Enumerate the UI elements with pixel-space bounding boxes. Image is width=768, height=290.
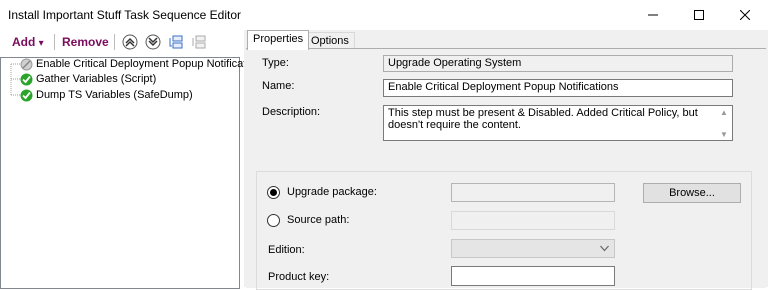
description-text: This step must be present & Disabled. Ad… bbox=[388, 107, 698, 131]
source-path-label: Source path: bbox=[287, 214, 350, 226]
name-field[interactable]: Enable Critical Deployment Popup Notific… bbox=[383, 79, 733, 97]
scroll-down-icon[interactable]: ▼ bbox=[718, 129, 730, 139]
tab-properties[interactable]: Properties bbox=[247, 30, 310, 50]
edition-label: Edition: bbox=[268, 244, 305, 256]
type-label: Type: bbox=[262, 57, 289, 69]
product-key-input[interactable] bbox=[451, 266, 615, 286]
green-check-icon bbox=[20, 73, 33, 86]
toolbar-separator bbox=[54, 34, 55, 50]
left-pane: Add ▾ Remove Enable Critical Deployment … bbox=[0, 30, 267, 289]
group-icon[interactable] bbox=[168, 34, 184, 50]
scroll-up-icon[interactable]: ▲ bbox=[718, 107, 730, 117]
maximize-button[interactable] bbox=[676, 0, 722, 30]
chevron-down-icon bbox=[600, 245, 609, 252]
green-check-icon bbox=[20, 89, 33, 102]
disabled-step-icon bbox=[20, 58, 33, 71]
tree-item-label: Gather Variables (Script) bbox=[36, 73, 157, 85]
add-label: Add bbox=[12, 35, 36, 49]
properties-panel: Type: Upgrade Operating System Name: Ena… bbox=[246, 48, 766, 290]
tree-item-gather-variables[interactable]: Gather Variables (Script) bbox=[36, 73, 156, 87]
tree-item-enable-critical[interactable]: Enable Critical Deployment Popup Notific… bbox=[36, 58, 267, 72]
task-sequence-tree[interactable]: Enable Critical Deployment Popup Notific… bbox=[0, 57, 267, 289]
name-label: Name: bbox=[262, 80, 295, 92]
minimize-button[interactable] bbox=[630, 0, 676, 30]
add-dropdown-arrow: ▾ bbox=[38, 38, 44, 49]
source-path-radio[interactable] bbox=[267, 214, 280, 227]
source-path-input bbox=[451, 211, 615, 230]
tree-item-dump-ts-variables[interactable]: Dump TS Variables (SafeDump) bbox=[36, 89, 193, 103]
close-icon bbox=[740, 10, 750, 20]
product-key-label: Product key: bbox=[268, 271, 330, 283]
description-label: Description: bbox=[262, 106, 321, 118]
edition-select[interactable] bbox=[451, 239, 615, 258]
radio-selected-dot bbox=[270, 189, 277, 196]
properties-pane: Properties Options Type: Upgrade Operati… bbox=[246, 30, 768, 290]
add-button[interactable]: Add ▾ bbox=[12, 35, 44, 49]
maximize-icon bbox=[694, 10, 704, 20]
upgrade-package-radio[interactable] bbox=[267, 186, 280, 199]
browse-button[interactable]: Browse... bbox=[643, 183, 741, 203]
close-button[interactable] bbox=[722, 0, 768, 30]
description-field[interactable]: This step must be present & Disabled. Ad… bbox=[383, 105, 733, 141]
tree-item-label: Dump TS Variables (SafeDump) bbox=[36, 89, 193, 101]
move-up-icon[interactable] bbox=[122, 34, 138, 50]
window-title: Install Important Stuff Task Sequence Ed… bbox=[8, 8, 242, 22]
remove-button[interactable]: Remove bbox=[62, 35, 109, 49]
toolbar-separator bbox=[114, 34, 115, 50]
upgrade-package-label: Upgrade package: bbox=[287, 186, 377, 198]
ungroup-icon[interactable] bbox=[191, 34, 207, 50]
type-field: Upgrade Operating System bbox=[383, 55, 733, 72]
toolbar: Add ▾ Remove bbox=[0, 30, 244, 56]
tree-item-label: Enable Critical Deployment Popup Notific… bbox=[36, 58, 267, 70]
move-down-icon[interactable] bbox=[145, 34, 161, 50]
upgrade-settings-group: Upgrade package: Browse... Source path: … bbox=[256, 171, 752, 290]
upgrade-package-input bbox=[451, 183, 615, 202]
title-bar: Install Important Stuff Task Sequence Ed… bbox=[0, 0, 768, 30]
minimize-icon bbox=[648, 14, 658, 16]
